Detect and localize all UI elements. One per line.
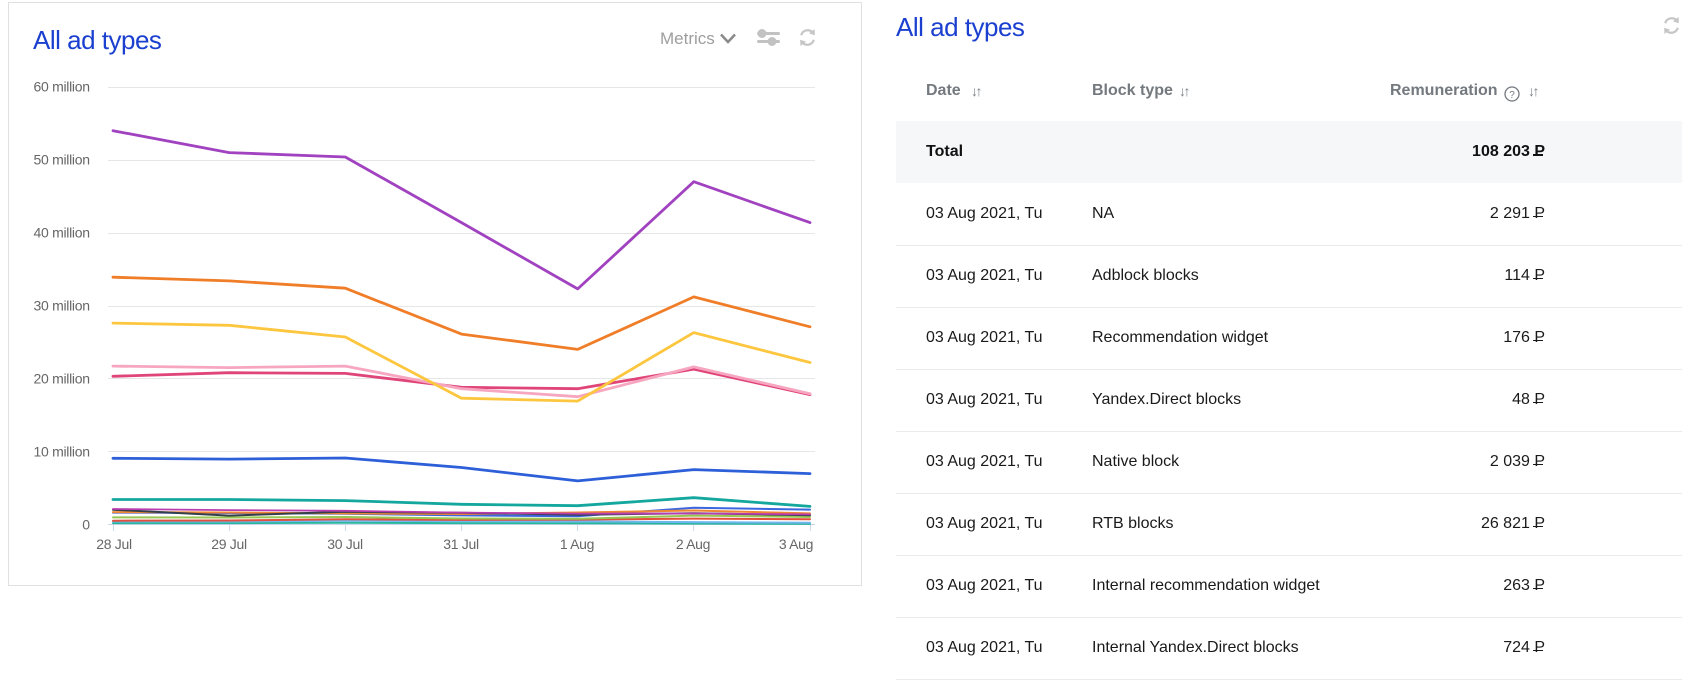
svg-text:50 million: 50 million bbox=[34, 152, 90, 168]
svg-text:3 Aug: 3 Aug bbox=[779, 536, 813, 552]
svg-text:2 Aug: 2 Aug bbox=[676, 536, 710, 552]
svg-text:20 million: 20 million bbox=[34, 371, 90, 387]
svg-text:31 Jul: 31 Jul bbox=[443, 536, 479, 552]
svg-text:29 Jul: 29 Jul bbox=[211, 536, 247, 552]
svg-text:30 Jul: 30 Jul bbox=[327, 536, 363, 552]
svg-text:40 million: 40 million bbox=[34, 225, 90, 241]
svg-text:?: ? bbox=[1509, 90, 1515, 101]
svg-text:28 Jul: 28 Jul bbox=[96, 536, 132, 552]
svg-text:10 million: 10 million bbox=[34, 444, 90, 460]
svg-text:60 million: 60 million bbox=[34, 79, 90, 95]
svg-text:0: 0 bbox=[82, 517, 90, 533]
svg-text:30 million: 30 million bbox=[34, 298, 90, 314]
svg-text:1 Aug: 1 Aug bbox=[560, 536, 594, 552]
